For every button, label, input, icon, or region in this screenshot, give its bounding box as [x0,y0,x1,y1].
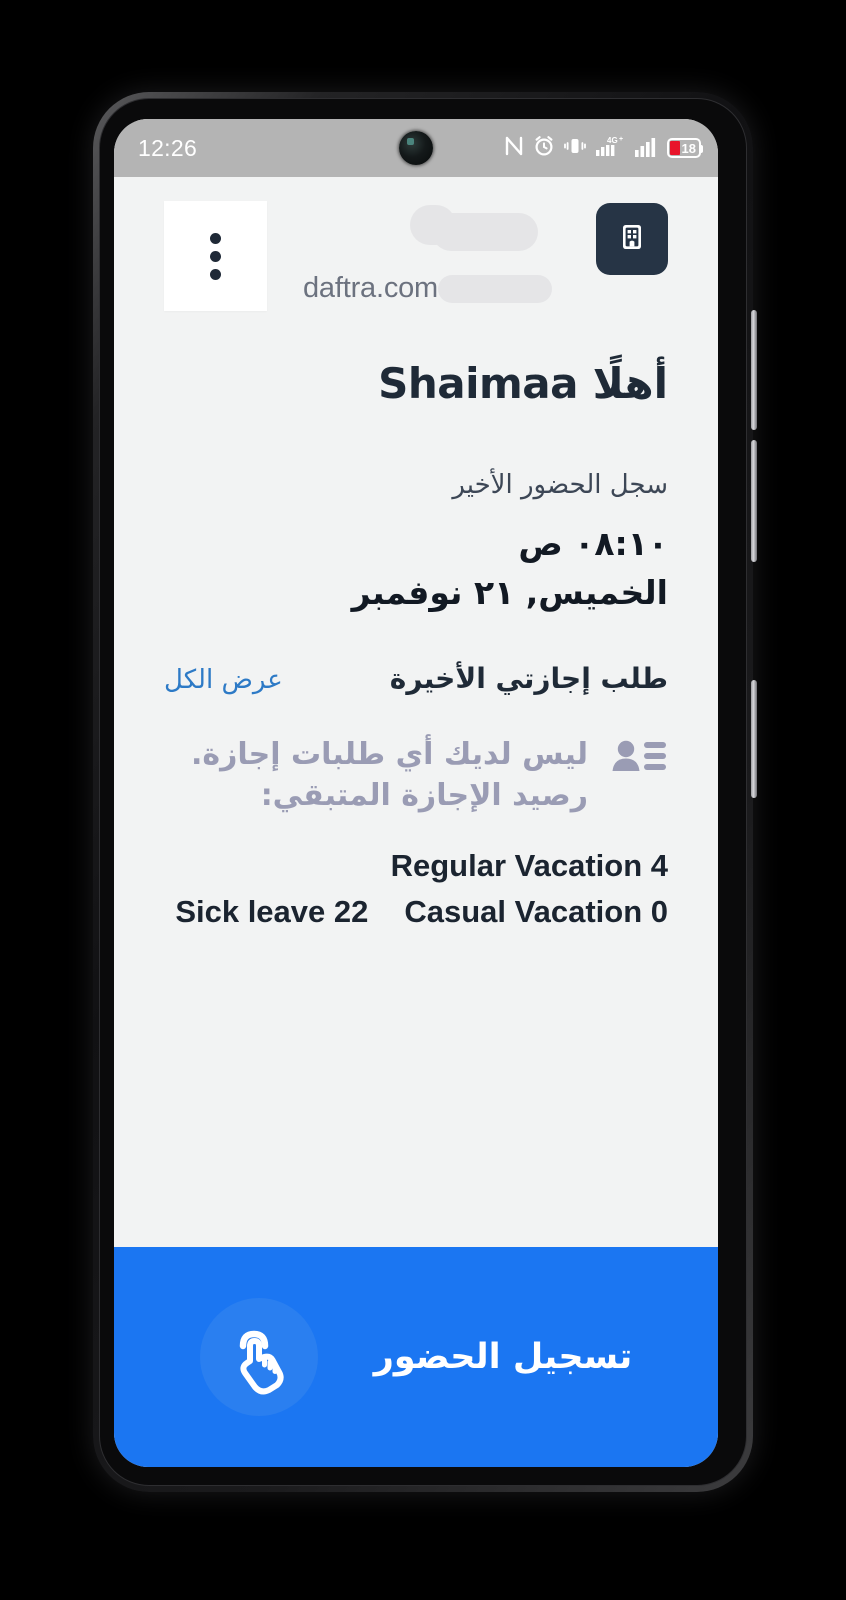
battery-percent-label: 18 [681,140,696,156]
leave-balance-list: Regular Vacation 4 Casual Vacation 0 Sic… [164,848,668,930]
check-in-label: تسجيل الحضور [373,1337,633,1377]
balance-casual-vacation: Casual Vacation 0 [404,894,668,929]
leave-balance-label: رصيد الإجازة المتبقي: [260,777,588,813]
leave-view-all-link[interactable]: عرض الكل [164,665,283,695]
domain-row: daftra.com [303,272,552,305]
building-icon [614,219,650,259]
more-vertical-icon [210,232,221,280]
signal-bars-icon [634,135,658,161]
balance-row: Regular Vacation 4 [164,848,668,884]
alarm-icon [533,135,555,161]
status-bar-clock: 12:26 [138,134,198,161]
leave-empty-state: ليس لديك أي طلبات إجازة. رصيد الإجازة ال… [164,735,668,816]
check-in-icon-circle [199,1298,318,1416]
battery-fill [669,141,680,155]
app-header: daftra.com [114,177,718,347]
nfc-icon [504,135,524,161]
last-attendance-time: ٠٨:١٠ ص [518,524,668,563]
phone-frame: 12:26 4G + 18 daftra.com أهلًا Shaimaa س… [93,92,757,1492]
leave-empty-message: ليس لديك أي طلبات إجازة. [191,737,588,772]
last-attendance-section: سجل الحضور الأخير ٠٨:١٠ ص الخميس, ٢١ نوف… [164,470,668,612]
greeting-title: أهلًا Shaimaa [378,359,668,408]
contact-list-icon [610,735,668,789]
leave-section-header: طلب إجازتي الأخيرة عرض الكل [164,662,668,695]
signal-4g-plus-icon: 4G + [595,134,625,162]
battery-indicator: 18 [666,138,704,158]
balance-regular-vacation: Regular Vacation 4 [390,848,668,883]
redacted-logo-blob-b [410,205,456,245]
tap-hand-icon [217,1313,301,1401]
organization-button[interactable] [596,203,668,275]
status-bar-icons: 4G + 18 [504,134,704,162]
brand-block: daftra.com [248,199,552,309]
svg-text:+: + [619,136,623,143]
domain-label: daftra.com [303,272,438,304]
balance-row: Casual Vacation 0 Sick leave 22 [164,894,668,930]
phone-screen: 12:26 4G + 18 daftra.com أهلًا Shaimaa س… [114,119,718,1467]
last-attendance-label: سجل الحضور الأخير [452,470,668,500]
status-bar: 12:26 4G + 18 [114,119,718,177]
leave-section-title: طلب إجازتي الأخيرة [389,662,668,695]
svg-text:4G: 4G [607,136,618,145]
redacted-subdomain-blob [438,274,552,303]
volume-down-button[interactable] [751,440,757,562]
leave-empty-texts: ليس لديك أي طلبات إجازة. رصيد الإجازة ال… [164,735,588,816]
power-button[interactable] [751,680,757,798]
check-in-button[interactable]: تسجيل الحضور [114,1247,718,1467]
balance-sick-leave: Sick leave 22 [175,894,369,929]
app-content: daftra.com أهلًا Shaimaa سجل الحضور الأخ… [114,177,718,1247]
volume-up-button[interactable] [751,310,757,430]
front-camera-punch-hole [399,131,433,165]
vibrate-icon [563,135,586,161]
last-attendance-date: الخميس, ٢١ نوفمبر [351,573,668,612]
